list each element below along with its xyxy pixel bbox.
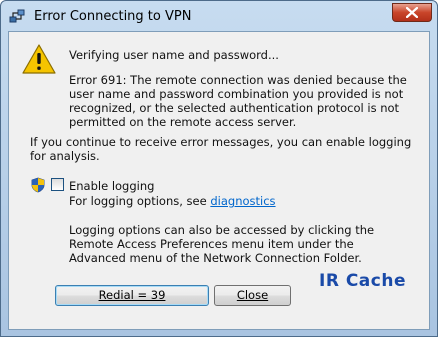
redial-button-label: Redial = 39: [98, 288, 166, 302]
logging-info-text: Logging options can also be accessed by …: [69, 223, 375, 265]
error-message: Error 691: The remote connection was den…: [69, 73, 407, 129]
enable-logging-text: Enable logging: [69, 179, 155, 193]
close-button[interactable]: Close: [214, 285, 291, 306]
vpn-error-dialog: Error Connecting to VPN Verifying user n…: [0, 0, 438, 337]
close-icon: [406, 7, 418, 18]
verifying-text: Verifying user name and password...: [69, 48, 279, 62]
enable-logging-label[interactable]: Enable logging: [69, 179, 154, 193]
enable-logging-checkbox[interactable]: [51, 178, 64, 191]
vpn-network-icon: [9, 8, 25, 24]
window-title: Error Connecting to VPN: [34, 9, 192, 24]
watermark-logo: IR Cache: [319, 271, 406, 291]
shield-icon: [30, 177, 46, 196]
logging-options-text: For logging options, see diagnostics: [69, 194, 276, 208]
close-button-label: Close: [236, 288, 269, 302]
redial-button[interactable]: Redial = 39: [55, 285, 209, 306]
logging-hint: If you continue to receive error message…: [30, 135, 412, 163]
logging-options-prefix: For logging options, see: [69, 194, 211, 208]
title-bar[interactable]: Error Connecting to VPN: [1, 1, 437, 31]
warning-icon: [22, 44, 56, 77]
window-close-button[interactable]: [392, 3, 432, 22]
diagnostics-link[interactable]: diagnostics: [210, 194, 275, 208]
